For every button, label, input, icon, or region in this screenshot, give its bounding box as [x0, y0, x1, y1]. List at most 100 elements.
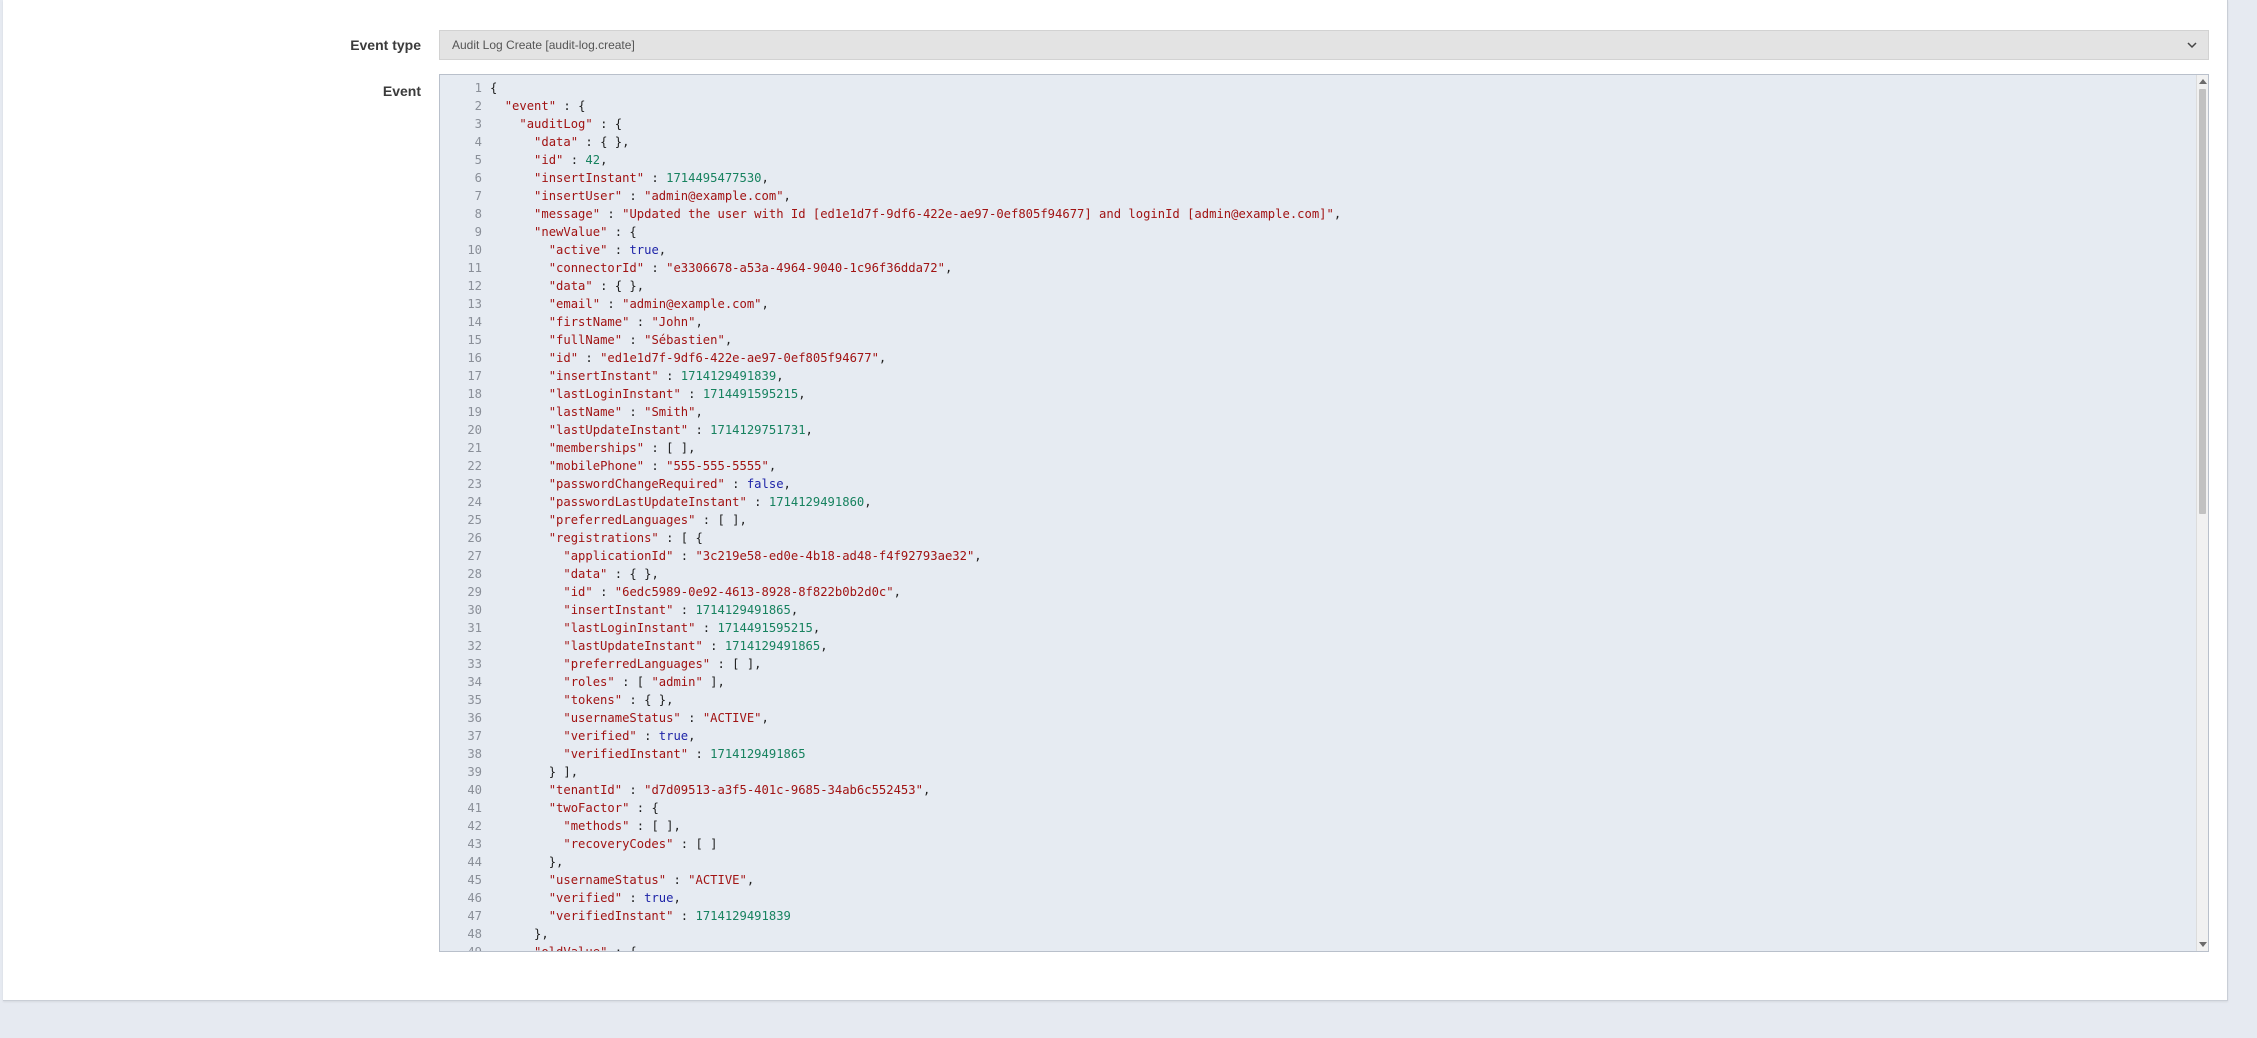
- code-line: 26 "registrations" : [ {: [440, 529, 2194, 547]
- line-number: 7: [474, 189, 482, 203]
- code-line: 18 "lastLoginInstant" : 1714491595215,: [440, 385, 2194, 403]
- code-line: 5 "id" : 42,: [440, 151, 2194, 169]
- line-number: 49: [467, 945, 482, 952]
- code-text: "verified" : true,: [563, 729, 696, 743]
- code-text: "firstName" : "John",: [548, 315, 703, 329]
- editor-scrollbar[interactable]: [2196, 75, 2208, 951]
- line-number: 24: [467, 495, 482, 509]
- code-text: "passwordLastUpdateInstant" : 1714129491…: [548, 495, 872, 509]
- code-text: "email" : "admin@example.com",: [548, 297, 769, 311]
- code-line: 20 "lastUpdateInstant" : 1714129751731,: [440, 421, 2194, 439]
- line-number: 42: [467, 819, 482, 833]
- code-text: "connectorId" : "e3306678-a53a-4964-9040…: [548, 261, 953, 275]
- line-number: 44: [467, 855, 482, 869]
- code-text: "mobilePhone" : "555-555-5555",: [548, 459, 777, 473]
- scroll-up-arrow-icon[interactable]: [2199, 79, 2207, 84]
- code-text: "fullName" : "Sébastien",: [548, 333, 733, 347]
- code-text: {: [490, 81, 498, 95]
- code-text: "active" : true,: [548, 243, 667, 257]
- code-line: 39 } ],: [440, 763, 2194, 781]
- code-text: "methods" : [ ],: [563, 819, 681, 833]
- code-line: 42 "methods" : [ ],: [440, 817, 2194, 835]
- line-number: 45: [467, 873, 482, 887]
- line-number: 38: [467, 747, 482, 761]
- code-line: 3 "auditLog" : {: [440, 115, 2194, 133]
- line-number: 43: [467, 837, 482, 851]
- code-line: 41 "twoFactor" : {: [440, 799, 2194, 817]
- code-text: "id" : "ed1e1d7f-9df6-422e-ae97-0ef805f9…: [548, 351, 887, 365]
- code-text: "id" : 42,: [534, 153, 608, 167]
- line-number: 34: [467, 675, 482, 689]
- chevron-down-icon: [2184, 31, 2200, 59]
- code-text: "oldValue" : {: [534, 945, 637, 952]
- code-text: "roles" : [ "admin" ],: [563, 675, 725, 689]
- line-number: 31: [467, 621, 482, 635]
- code-text: "insertInstant" : 1714129491865,: [563, 603, 799, 617]
- code-line: 7 "insertUser" : "admin@example.com",: [440, 187, 2194, 205]
- code-line: 30 "insertInstant" : 1714129491865,: [440, 601, 2194, 619]
- code-line: 46 "verified" : true,: [440, 889, 2194, 907]
- line-number: 47: [467, 909, 482, 923]
- code-line: 31 "lastLoginInstant" : 1714491595215,: [440, 619, 2194, 637]
- line-number: 11: [467, 261, 482, 275]
- event-type-selected-value: Audit Log Create [audit-log.create]: [452, 38, 635, 52]
- event-type-label: Event type: [350, 37, 421, 53]
- code-line: 36 "usernameStatus" : "ACTIVE",: [440, 709, 2194, 727]
- line-number: 15: [467, 333, 482, 347]
- code-line: 44 },: [440, 853, 2194, 871]
- line-number: 14: [467, 315, 482, 329]
- line-number: 33: [467, 657, 482, 671]
- code-text: "lastName" : "Smith",: [548, 405, 703, 419]
- code-text: "id" : "6edc5989-0e92-4613-8928-8f822b0b…: [563, 585, 901, 599]
- code-text: "usernameStatus" : "ACTIVE",: [563, 711, 769, 725]
- code-line: 1{: [440, 79, 2194, 97]
- code-line: 35 "tokens" : { },: [440, 691, 2194, 709]
- code-line: 4 "data" : { },: [440, 133, 2194, 151]
- code-text: "passwordChangeRequired" : false,: [548, 477, 791, 491]
- code-line: 10 "active" : true,: [440, 241, 2194, 259]
- event-label: Event: [382, 83, 421, 99]
- code-text: "twoFactor" : {: [548, 801, 659, 815]
- line-number: 46: [467, 891, 482, 905]
- code-line: 13 "email" : "admin@example.com",: [440, 295, 2194, 313]
- code-line: 16 "id" : "ed1e1d7f-9df6-422e-ae97-0ef80…: [440, 349, 2194, 367]
- code-text: "verified" : true,: [548, 891, 681, 905]
- code-line: 15 "fullName" : "Sébastien",: [440, 331, 2194, 349]
- code-text: "registrations" : [ {: [548, 531, 703, 545]
- code-line: 25 "preferredLanguages" : [ ],: [440, 511, 2194, 529]
- line-number: 22: [467, 459, 482, 473]
- line-number: 21: [467, 441, 482, 455]
- code-text: "preferredLanguages" : [ ],: [548, 513, 747, 527]
- code-line: 43 "recoveryCodes" : [ ]: [440, 835, 2194, 853]
- line-number: 28: [467, 567, 482, 581]
- code-line: 19 "lastName" : "Smith",: [440, 403, 2194, 421]
- line-number: 19: [467, 405, 482, 419]
- code-line: 33 "preferredLanguages" : [ ],: [440, 655, 2194, 673]
- code-text: },: [490, 855, 564, 869]
- code-text: "data" : { },: [563, 567, 659, 581]
- code-text: "data" : { },: [534, 135, 630, 149]
- code-lines: 1{2 "event" : {3 "auditLog" : {4 "data" …: [440, 79, 2194, 952]
- scroll-down-arrow-icon[interactable]: [2199, 942, 2207, 947]
- code-line: 38 "verifiedInstant" : 1714129491865: [440, 745, 2194, 763]
- code-text: "event" : {: [504, 99, 586, 113]
- line-number: 36: [467, 711, 482, 725]
- line-number: 5: [474, 153, 482, 167]
- code-line: 48 },: [440, 925, 2194, 943]
- event-json-editor[interactable]: 1{2 "event" : {3 "auditLog" : {4 "data" …: [439, 74, 2209, 952]
- event-type-select[interactable]: Audit Log Create [audit-log.create]: [439, 30, 2209, 60]
- line-number: 25: [467, 513, 482, 527]
- code-line: 28 "data" : { },: [440, 565, 2194, 583]
- line-number: 16: [467, 351, 482, 365]
- code-line: 11 "connectorId" : "e3306678-a53a-4964-9…: [440, 259, 2194, 277]
- code-line: 29 "id" : "6edc5989-0e92-4613-8928-8f822…: [440, 583, 2194, 601]
- code-line: 24 "passwordLastUpdateInstant" : 1714129…: [440, 493, 2194, 511]
- line-number: 39: [467, 765, 482, 779]
- code-line: 14 "firstName" : "John",: [440, 313, 2194, 331]
- line-number: 8: [474, 207, 482, 221]
- code-text: "recoveryCodes" : [ ]: [563, 837, 718, 851]
- line-number: 27: [467, 549, 482, 563]
- code-line: 23 "passwordChangeRequired" : false,: [440, 475, 2194, 493]
- line-number: 26: [467, 531, 482, 545]
- scrollbar-thumb[interactable]: [2199, 89, 2206, 514]
